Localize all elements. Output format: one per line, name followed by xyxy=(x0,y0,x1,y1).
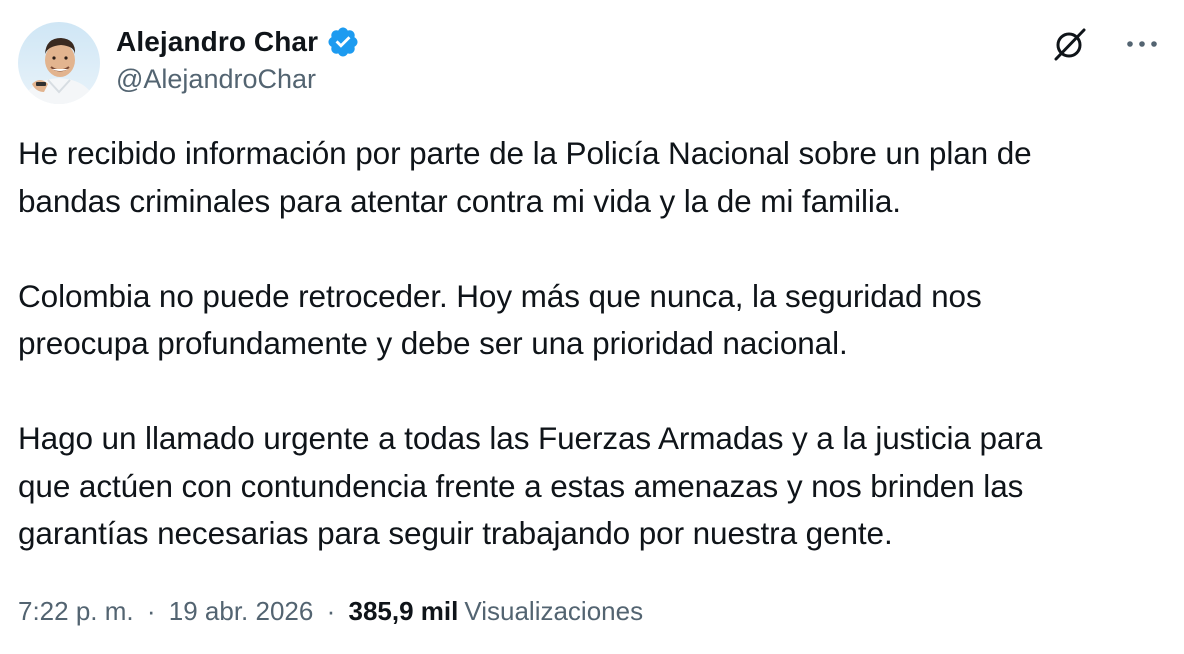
tweet-line: garantías necesarias para seguir trabaja… xyxy=(18,515,893,551)
author-display-name[interactable]: Alejandro Char xyxy=(116,26,318,58)
tweet-date[interactable]: 19 abr. 2026 xyxy=(169,596,314,626)
tweet-line: bandas criminales para atentar contra mi… xyxy=(18,182,901,219)
tweet-paragraph: Hago un llamado urgente a todas las Fuer… xyxy=(18,415,1164,558)
tweet-paragraph: Colombia no puede retroceder. Hoy más qu… xyxy=(18,273,1164,368)
tweet-paragraph: He recibido información por parte de la … xyxy=(18,130,1164,225)
tweet-line: He recibido información por parte de la … xyxy=(18,135,1032,171)
tweet-card: Alejandro Char @AlejandroChar He recibid… xyxy=(0,0,1184,654)
tweet-header: Alejandro Char @AlejandroChar xyxy=(18,20,1164,106)
grok-icon[interactable] xyxy=(1050,24,1090,64)
tweet-text: He recibido información por parte de la … xyxy=(18,130,1164,558)
views-label: Visualizaciones xyxy=(464,596,644,626)
avatar-photo xyxy=(18,22,100,104)
author-avatar[interactable] xyxy=(18,22,100,104)
views-count: 385,9 mil xyxy=(348,596,459,626)
tweet-meta: 7:22 p. m. · 19 abr. 2026 · 385,9 mil Vis… xyxy=(18,596,643,627)
author-handle[interactable]: @AlejandroChar xyxy=(116,64,360,95)
tweet-line: preocupa profundamente y debe ser una pr… xyxy=(18,325,848,361)
display-name-row: Alejandro Char xyxy=(116,22,360,62)
meta-separator: · xyxy=(146,596,156,626)
tweet-line: que actúen con contundencia frente a est… xyxy=(18,467,1024,504)
verified-badge-icon[interactable] xyxy=(326,25,360,59)
author-names: Alejandro Char @AlejandroChar xyxy=(116,22,360,95)
more-options-icon[interactable] xyxy=(1122,26,1162,62)
tweet-time[interactable]: 7:22 p. m. xyxy=(18,596,134,626)
tweet-line: Colombia no puede retroceder. Hoy más qu… xyxy=(18,277,982,314)
meta-separator: · xyxy=(326,596,336,626)
tweet-line: Hago un llamado urgente a todas las Fuer… xyxy=(18,420,1043,456)
